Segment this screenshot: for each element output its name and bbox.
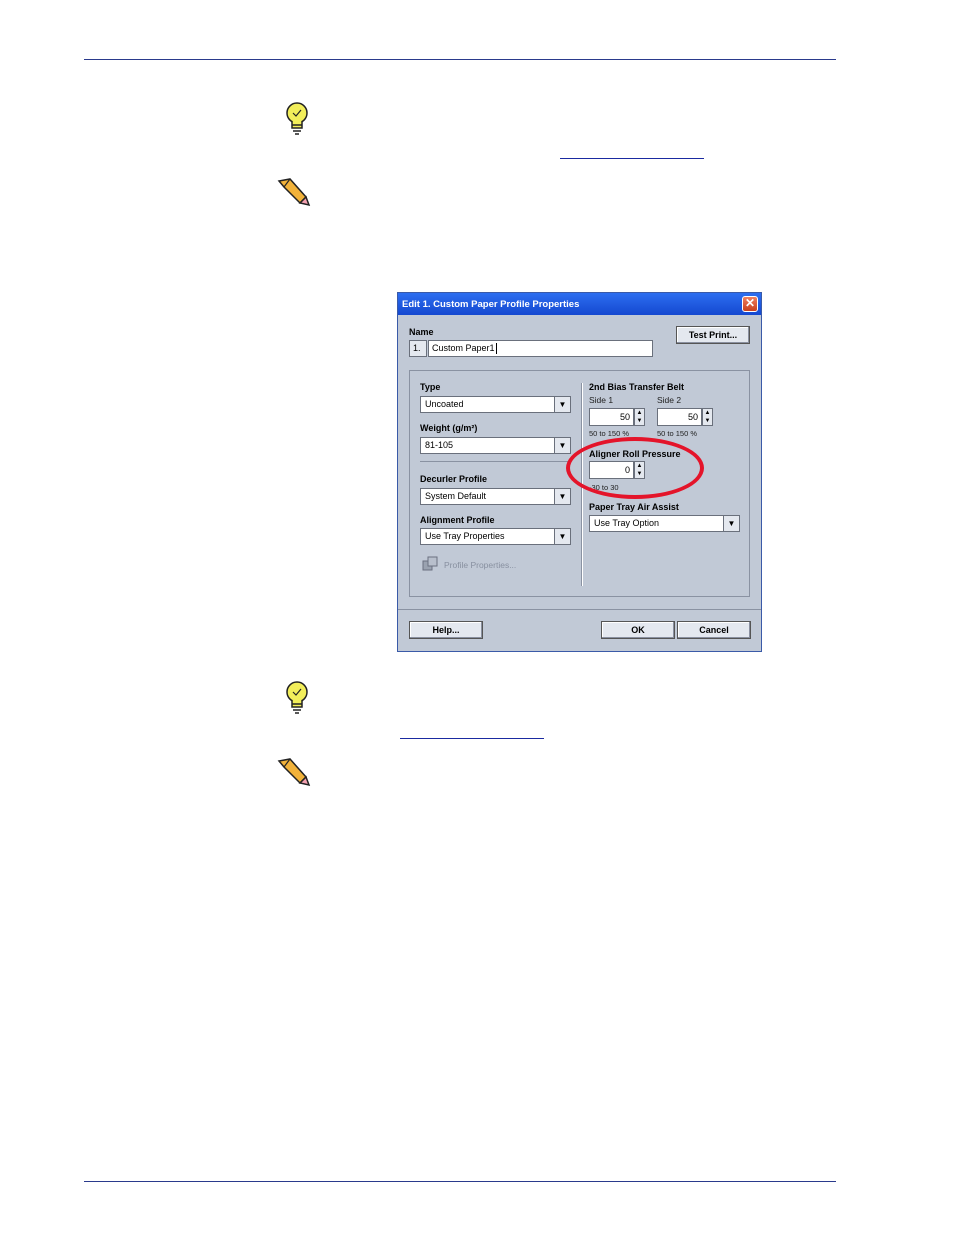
arrow-down-icon[interactable]: ▼	[703, 417, 712, 425]
cancel-button[interactable]: Cancel	[677, 621, 751, 639]
pencil-icon	[277, 178, 311, 207]
lightbulb-icon	[286, 681, 308, 714]
header-rule	[84, 59, 836, 60]
test-print-button[interactable]: Test Print...	[676, 326, 750, 344]
chevron-down-icon[interactable]: ▼	[723, 516, 739, 531]
spin-buttons[interactable]: ▲ ▼	[634, 408, 645, 426]
side2-label: Side 2	[657, 395, 682, 405]
alignment-dropdown[interactable]: Use Tray Properties ▼	[420, 528, 571, 545]
arrow-down-icon[interactable]: ▼	[635, 417, 644, 425]
ok-button[interactable]: OK	[601, 621, 675, 639]
chevron-down-icon[interactable]: ▼	[554, 397, 570, 412]
side2-stepper[interactable]: 50 ▲ ▼	[657, 408, 713, 426]
link-underline[interactable]	[400, 738, 544, 739]
decurler-dropdown[interactable]: System Default ▼	[420, 488, 571, 505]
footer-rule	[84, 1181, 836, 1182]
name-label: Name	[409, 327, 434, 337]
decurler-label: Decurler Profile	[420, 474, 488, 484]
chevron-down-icon[interactable]: ▼	[554, 438, 570, 453]
chevron-down-icon[interactable]: ▼	[554, 529, 570, 544]
profile-properties-icon	[422, 556, 438, 571]
chevron-down-icon[interactable]: ▼	[554, 489, 570, 504]
air-assist-label: Paper Tray Air Assist	[589, 502, 679, 512]
spin-buttons[interactable]: ▲ ▼	[702, 408, 713, 426]
left-section-divider	[420, 461, 571, 462]
arrow-up-icon[interactable]: ▲	[635, 409, 644, 417]
weight-dropdown[interactable]: 81-105 ▼	[420, 437, 571, 454]
weight-label: Weight (g/m²)	[420, 423, 478, 433]
arrow-up-icon[interactable]: ▲	[703, 409, 712, 417]
side2-range: 50 to 150 %	[657, 429, 698, 438]
side1-label: Side 1	[589, 395, 614, 405]
bias-belt-label: 2nd Bias Transfer Belt	[589, 382, 685, 392]
name-index: 1.	[409, 340, 427, 357]
alignment-value: Use Tray Properties	[425, 531, 505, 541]
name-field-value: Custom Paper1	[432, 343, 495, 353]
link-underline[interactable]	[560, 158, 704, 159]
weight-value: 81-105	[425, 440, 454, 450]
dialog-titlebar: Edit 1. Custom Paper Profile Properties …	[398, 293, 761, 315]
air-assist-value: Use Tray Option	[594, 518, 660, 528]
side1-value[interactable]: 50	[589, 408, 634, 426]
alignment-label: Alignment Profile	[420, 515, 495, 525]
side1-stepper[interactable]: 50 ▲ ▼	[589, 408, 645, 426]
decurler-value: System Default	[425, 491, 487, 501]
highlight-circle	[566, 437, 704, 499]
side2-value[interactable]: 50	[657, 408, 702, 426]
name-field[interactable]: Custom Paper1	[428, 340, 653, 357]
pencil-icon	[277, 758, 311, 787]
profile-properties-button[interactable]: Profile Properties...	[444, 560, 516, 570]
lightbulb-icon	[286, 102, 308, 135]
footer-divider	[398, 609, 761, 610]
text-cursor	[495, 343, 497, 355]
dialog-title: Edit 1. Custom Paper Profile Properties	[402, 299, 580, 310]
type-dropdown[interactable]: Uncoated ▼	[420, 396, 571, 413]
help-button[interactable]: Help...	[409, 621, 483, 639]
close-icon[interactable]: ✕	[742, 296, 758, 312]
type-value: Uncoated	[425, 399, 464, 409]
type-label: Type	[420, 382, 441, 392]
air-assist-dropdown[interactable]: Use Tray Option ▼	[589, 515, 740, 532]
